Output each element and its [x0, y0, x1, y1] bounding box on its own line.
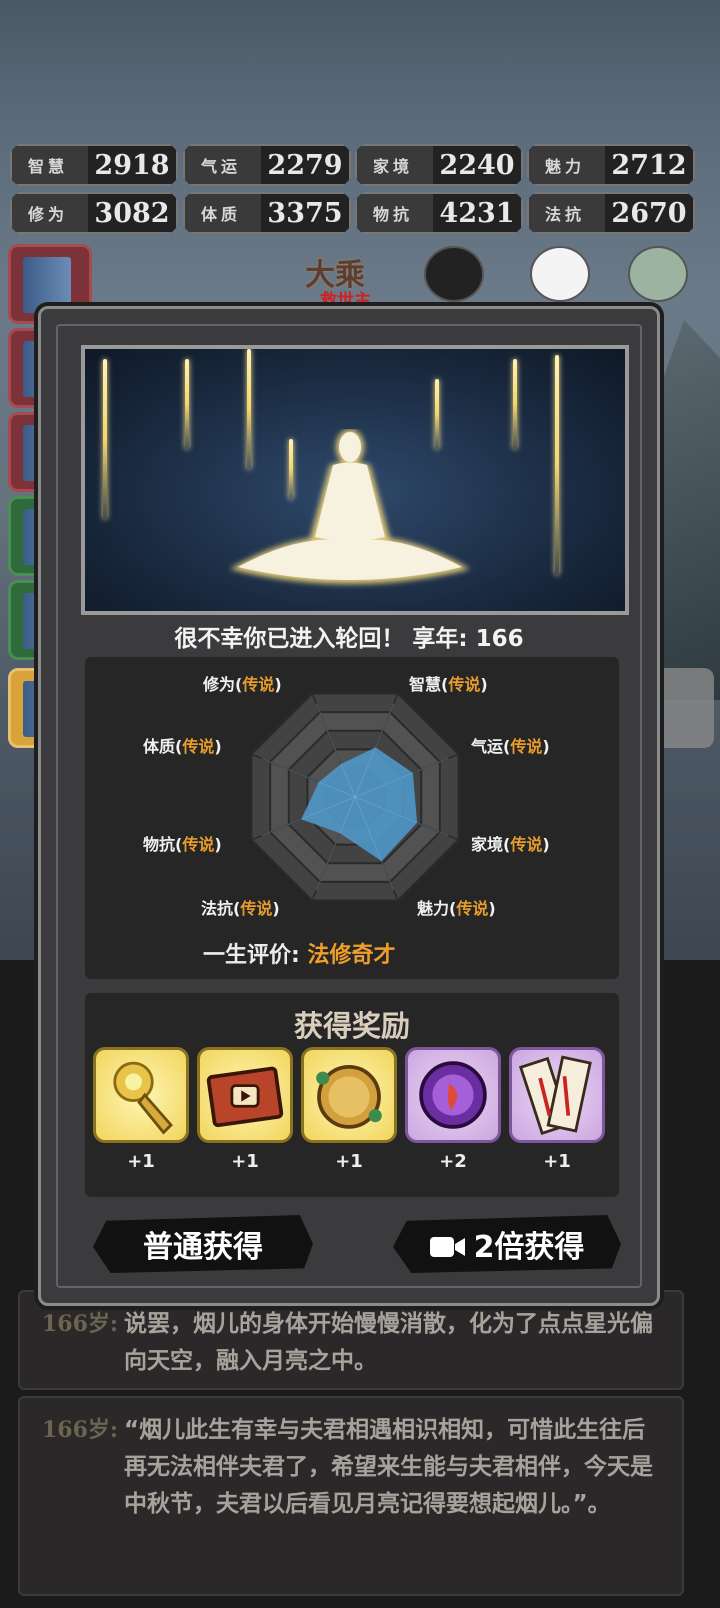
stat-cell: 修为 3082: [10, 192, 178, 234]
log-age: 166岁:: [42, 1311, 119, 1337]
attr-name: 气运: [471, 737, 504, 756]
video-scroll-icon: [200, 1050, 290, 1144]
normal-claim-label: 普通获得: [143, 1230, 263, 1265]
stat-cell: 物抗 4231: [355, 192, 523, 234]
stat-value: 2918: [94, 149, 170, 181]
jade-plate-icon: [304, 1050, 394, 1144]
attr-quality: 传说: [182, 835, 215, 854]
life-evaluation: 一生评价: 法修奇才: [203, 937, 396, 969]
attr-quality: 传说: [456, 899, 489, 918]
meditation-scene-image: [81, 345, 629, 615]
reward-slot[interactable]: [405, 1047, 501, 1143]
stat-label: 魅力: [529, 146, 605, 184]
reward-count: +1: [335, 1151, 363, 1172]
side-item-right[interactable]: [654, 668, 714, 748]
attr-name: 修为: [203, 675, 236, 694]
starlight: [513, 359, 517, 449]
stat-label: 气运: [185, 146, 261, 184]
log-text: “烟儿此生有幸与夫君相遇相识相知，可惜此生往后再无法相伴夫君了，希望来生能与夫君…: [124, 1417, 653, 1517]
reward-slot[interactable]: [509, 1047, 605, 1143]
stat-value: 2712: [611, 149, 687, 181]
stat-label: 体质: [185, 194, 261, 232]
log-age: 166岁:: [42, 1417, 119, 1443]
stat-value: 2279: [267, 149, 343, 181]
evaluation-value: 法修奇才: [307, 943, 396, 968]
stat-cell: 家境 2240: [355, 144, 523, 186]
radar-label: 物抗(传说): [143, 835, 222, 854]
stat-cell: 气运 2279: [183, 144, 351, 186]
radar-label: 家境(传说): [471, 835, 550, 854]
radar-label: 修为(传说): [203, 675, 282, 694]
companion-avatar[interactable]: [628, 246, 688, 302]
stat-label: 物抗: [357, 194, 433, 232]
stat-label: 智慧: [12, 146, 88, 184]
golden-key-icon: [96, 1050, 186, 1144]
reward-slot[interactable]: [93, 1047, 189, 1143]
radar-label: 气运(传说): [471, 737, 550, 756]
starlight: [103, 359, 107, 519]
attr-name: 体质: [143, 737, 176, 756]
attr-quality: 传说: [448, 675, 481, 694]
reward-slot[interactable]: [197, 1047, 293, 1143]
stat-label: 家境: [357, 146, 433, 184]
stat-value: 3082: [94, 197, 170, 229]
double-claim-button[interactable]: 2倍获得: [393, 1215, 621, 1273]
reward-count: +1: [127, 1151, 155, 1172]
attr-name: 家境: [471, 835, 504, 854]
reward-count: +2: [439, 1151, 467, 1172]
reward-slot[interactable]: [301, 1047, 397, 1143]
stat-value: 2240: [439, 149, 515, 181]
starlight: [555, 355, 559, 575]
attr-name: 物抗: [143, 835, 176, 854]
talisman-scroll-icon: [512, 1050, 602, 1144]
attr-name: 法抗: [201, 899, 234, 918]
stat-value: 4231: [439, 197, 515, 229]
attr-quality: 传说: [240, 899, 273, 918]
log-text: 说罢，烟儿的身体开始慢慢消散，化为了点点星光偏向天空，融入月亮之中。: [124, 1311, 653, 1374]
lock-icon[interactable]: [424, 246, 484, 302]
stat-cell: 魅力 2712: [527, 144, 695, 186]
attr-quality: 传说: [182, 737, 215, 756]
attr-quality: 传说: [510, 737, 543, 756]
stat-cell: 智慧 2918: [10, 144, 178, 186]
normal-claim-button[interactable]: 普通获得: [93, 1215, 313, 1273]
stat-value: 3375: [267, 197, 343, 229]
reward-panel: 获得奖励 +1 +1 +1 +2 +1: [85, 993, 619, 1197]
attribute-radar-panel: 修为(传说) 智慧(传说) 气运(传说) 家境(传说) 魅力(传说) 法抗(传说) 物抗(传…: [85, 657, 619, 979]
radar-label: 体质(传说): [143, 737, 222, 756]
stat-cell: 体质 3375: [183, 192, 351, 234]
stat-label: 法抗: [529, 194, 605, 232]
radar-label: 魅力(传说): [417, 899, 496, 918]
attr-quality: 传说: [510, 835, 543, 854]
reincarnation-message: 很不幸你已进入轮回！ 享年: 166: [174, 626, 524, 652]
evaluation-label: 一生评价:: [203, 943, 300, 968]
log-card: 166岁: “烟儿此生有幸与夫君相遇相识相知，可惜此生往后再无法相伴夫君了，希望…: [18, 1396, 684, 1596]
purple-orb-icon: [408, 1050, 498, 1144]
double-claim-label: 2倍获得: [473, 1230, 585, 1265]
radar-label: 智慧(传说): [409, 675, 488, 694]
reward-count: +1: [543, 1151, 571, 1172]
reward-title: 获得奖励: [293, 1009, 410, 1043]
cloud-icon[interactable]: [530, 246, 590, 302]
attr-quality: 传说: [242, 675, 275, 694]
reincarnation-dialog: 很不幸你已进入轮回！ 享年: 166 修为(传说) 智慧(传说) 气运(传说) 家境(…: [38, 306, 660, 1306]
reward-count: +1: [231, 1151, 259, 1172]
attr-name: 魅力: [417, 899, 450, 918]
starlight: [185, 359, 189, 449]
attribute-radar-chart: [250, 692, 460, 902]
stat-cell: 法抗 2670: [527, 192, 695, 234]
meditating-monk-figure: [230, 429, 470, 584]
attr-name: 智慧: [409, 675, 442, 694]
radar-label: 法抗(传说): [201, 899, 280, 918]
video-camera-icon: [429, 1232, 465, 1257]
stat-label: 修为: [12, 194, 88, 232]
stat-value: 2670: [611, 197, 687, 229]
